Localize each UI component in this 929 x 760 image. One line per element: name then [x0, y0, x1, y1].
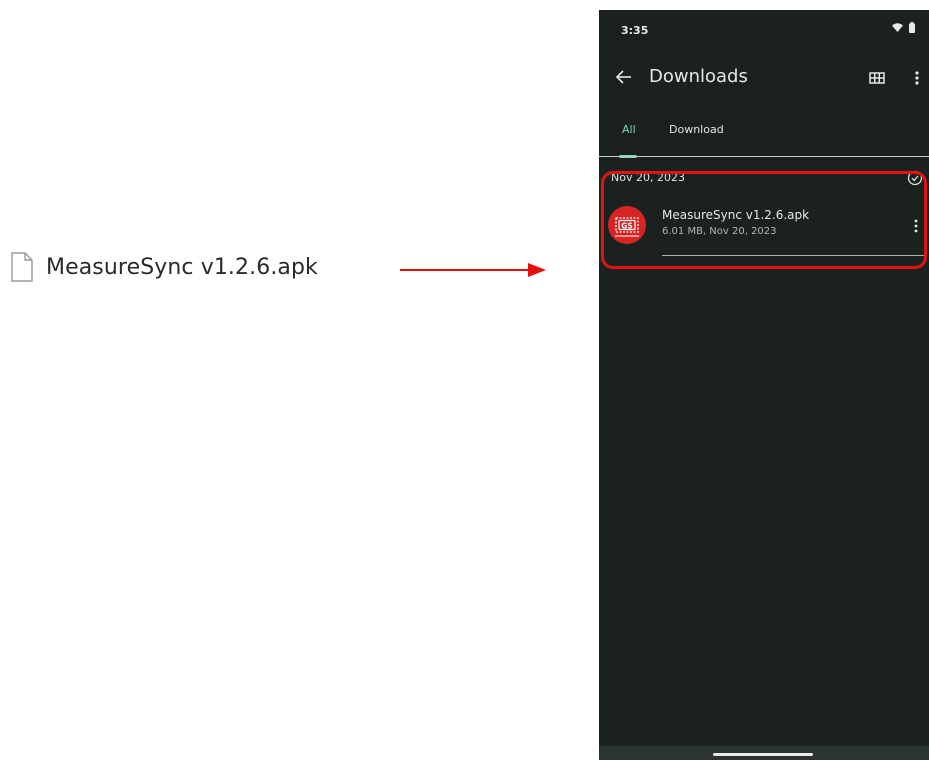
desktop-file-entry[interactable]: MeasureSync v1.2.6.apk — [10, 252, 318, 282]
document-icon — [11, 252, 33, 282]
more-vert-icon[interactable] — [911, 67, 923, 89]
battery-icon — [909, 22, 915, 33]
grid-view-icon[interactable] — [867, 68, 887, 88]
desktop-file-name: MeasureSync v1.2.6.apk — [46, 254, 318, 280]
gesture-handle[interactable] — [713, 753, 813, 756]
status-time: 3:35 — [621, 24, 649, 37]
tab-download[interactable]: Download — [669, 123, 724, 136]
status-icons — [892, 22, 915, 33]
wifi-icon — [892, 23, 903, 32]
navigation-bar — [599, 746, 929, 760]
tab-all[interactable]: All — [622, 123, 636, 136]
screenshot-canvas: MeasureSync v1.2.6.apk 3:35 Downloads Al… — [0, 0, 929, 760]
tab-bar: All Download — [599, 118, 929, 158]
arrow-back-icon[interactable] — [613, 66, 635, 88]
status-bar: 3:35 — [599, 10, 929, 50]
app-bar: Downloads — [599, 58, 929, 98]
tabs-divider — [599, 156, 929, 157]
phone-screen: 3:35 Downloads All Download Nov 20, 2023… — [599, 10, 929, 760]
highlight-box — [601, 171, 927, 269]
page-title: Downloads — [649, 66, 748, 87]
red-arrow-icon — [400, 263, 546, 277]
